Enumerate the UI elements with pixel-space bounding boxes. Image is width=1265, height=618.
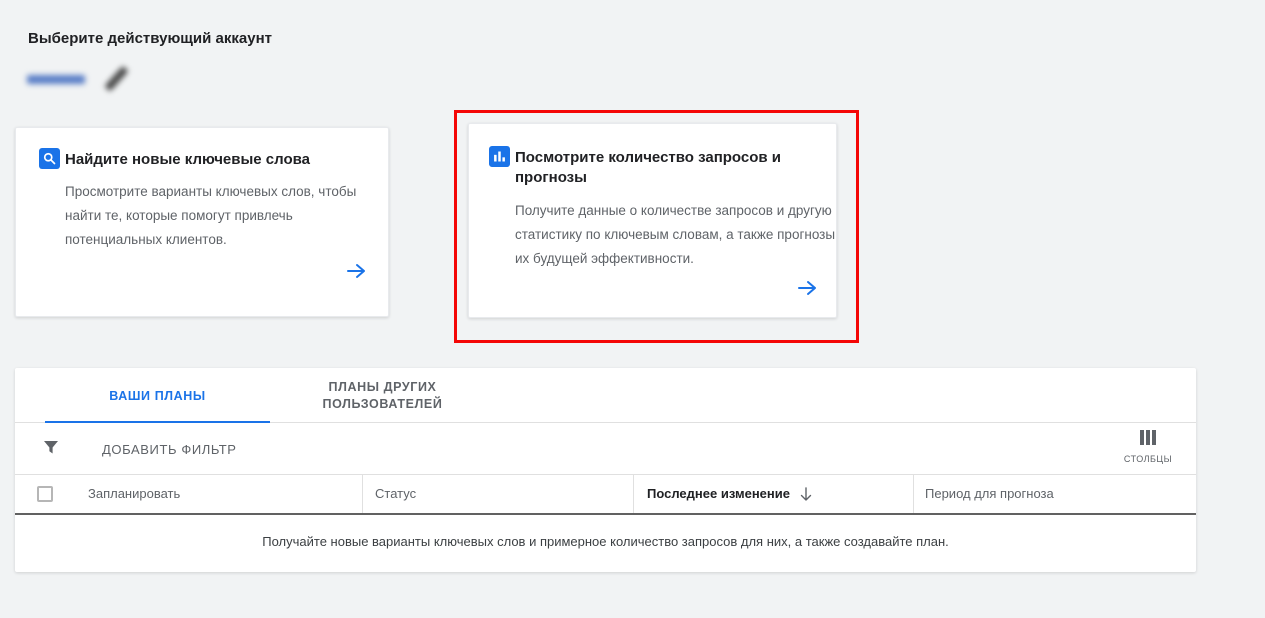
account-link-blurred[interactable] [25, 64, 145, 96]
column-header-last-modified[interactable]: Последнее изменение [647, 475, 812, 513]
card-description: Просмотрите варианты ключевых слов, чтоб… [65, 180, 370, 252]
tab-your-plans[interactable]: ВАШИ ПЛАНЫ [45, 368, 270, 423]
column-divider [633, 475, 634, 513]
arrow-down-icon [800, 487, 812, 501]
filter-funnel-icon[interactable] [43, 440, 59, 460]
arrow-right-icon[interactable] [345, 261, 369, 286]
tab-other-users-plans[interactable]: ПЛАНЫ ДРУГИХ ПОЛЬЗОВАТЕЛЕЙ [285, 368, 480, 423]
card-title: Посмотрите количество запросов и прогноз… [515, 148, 785, 188]
page-title: Выберите действующий аккаунт [28, 30, 272, 47]
plans-tabbar: ВАШИ ПЛАНЫ ПЛАНЫ ДРУГИХ ПОЛЬЗОВАТЕЛЕЙ [15, 368, 1196, 423]
plans-panel: ВАШИ ПЛАНЫ ПЛАНЫ ДРУГИХ ПОЛЬЗОВАТЕЛЕЙ ДО… [15, 368, 1196, 572]
column-header-plan[interactable]: Запланировать [88, 475, 180, 513]
pencil-icon[interactable] [104, 66, 129, 92]
columns-button-label: СТОЛБЦЫ [1112, 454, 1184, 464]
card-description: Получите данные о количестве запросов и … [515, 199, 850, 271]
card-find-keywords[interactable]: Найдите новые ключевые слова Просмотрите… [15, 127, 389, 317]
account-name-redacted[interactable] [27, 75, 85, 84]
select-all-checkbox[interactable] [37, 486, 53, 502]
empty-state-message: Получайте новые варианты ключевых слов и… [15, 515, 1196, 567]
search-icon [39, 148, 60, 169]
table-header-row: Запланировать Статус Последнее изменение… [15, 475, 1196, 515]
column-divider [913, 475, 914, 513]
arrow-right-icon[interactable] [796, 278, 820, 303]
columns-button[interactable]: СТОЛБЦЫ [1112, 430, 1184, 464]
card-search-volume-forecasts[interactable]: Посмотрите количество запросов и прогноз… [468, 123, 837, 318]
column-header-label: Последнее изменение [647, 475, 790, 513]
column-header-status[interactable]: Статус [375, 475, 416, 513]
bar-chart-icon [489, 146, 510, 167]
add-filter-button[interactable]: ДОБАВИТЬ ФИЛЬТР [102, 442, 237, 457]
column-header-forecast-period[interactable]: Период для прогноза [925, 475, 1054, 513]
column-divider [362, 475, 363, 513]
filter-bar: ДОБАВИТЬ ФИЛЬТР СТОЛБЦЫ [15, 423, 1196, 475]
card-title: Найдите новые ключевые слова [65, 150, 365, 170]
columns-icon [1140, 430, 1156, 445]
